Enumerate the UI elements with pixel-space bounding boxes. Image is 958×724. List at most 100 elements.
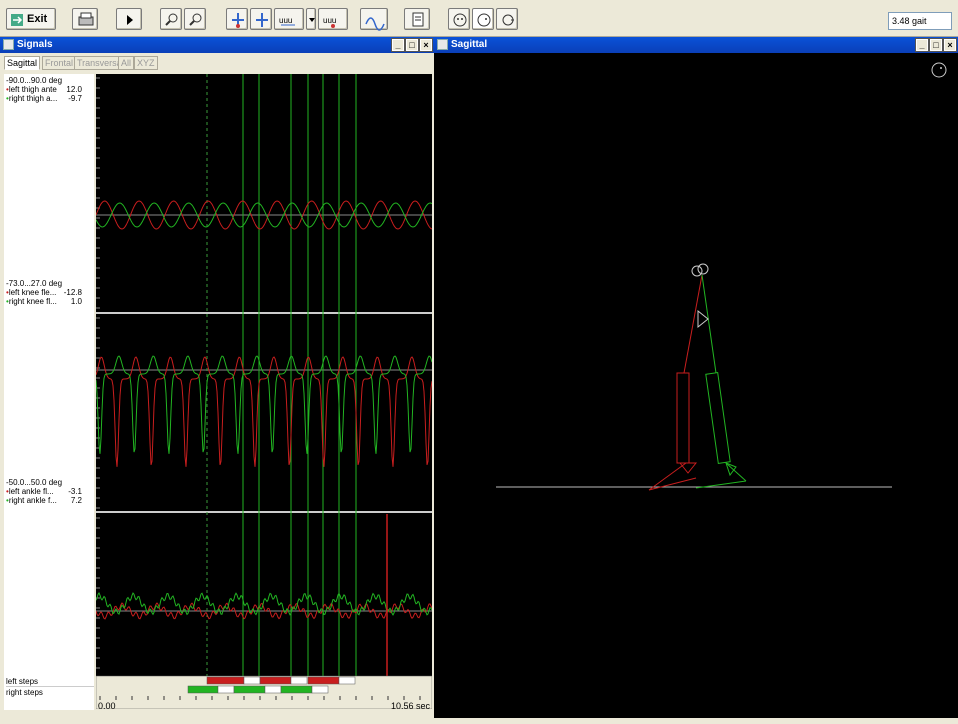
left-step-bar (259, 676, 292, 685)
signal-label-column: -90.0...90.0 deg •left thigh ante 12.0 •r… (4, 74, 94, 710)
window-icon (3, 39, 14, 50)
series-label: •left knee fle... -12.8 (6, 288, 82, 297)
zoom-in-icon (165, 13, 178, 26)
sagittal-3d-view[interactable] (434, 53, 958, 718)
minimize-button[interactable]: _ (915, 38, 929, 52)
series-value: 7.2 (70, 496, 82, 505)
exit-button[interactable]: Exit (6, 8, 56, 30)
left-leg (648, 274, 703, 491)
time-start: 0.00 (98, 701, 116, 711)
events-button[interactable]: uuu (318, 8, 348, 30)
series-value: 1.0 (70, 297, 82, 306)
signals-titlebar[interactable]: Signals _ □ × (0, 37, 434, 53)
series-value: -9.7 (68, 94, 82, 103)
left-step-bar (243, 676, 261, 685)
series-label: •left ankle fl... -3.1 (6, 487, 82, 496)
right-step-bar (187, 685, 219, 694)
exit-label: Exit (27, 13, 48, 25)
right-step-bar (233, 685, 266, 694)
right-step-bar (217, 685, 235, 694)
tab-all[interactable]: All (118, 56, 135, 70)
series-value: -3.1 (68, 487, 82, 496)
signals-title: Signals (17, 39, 53, 50)
maximize-button[interactable]: □ (405, 38, 419, 52)
panel-range: -50.0...50.0 deg (6, 478, 63, 487)
time-axis: 0.00 10.56 sec (96, 701, 432, 718)
series-value: -12.8 (63, 288, 82, 297)
series-name: left thigh ante (8, 85, 57, 94)
series-name: right ankle f... (8, 496, 57, 505)
zoom-out-button[interactable] (184, 8, 206, 30)
crosshair-icon (256, 13, 268, 27)
face-side-icon (931, 62, 947, 78)
left-steps-label: left steps (6, 677, 94, 687)
markers-dropdown-button[interactable]: uuu (274, 8, 304, 30)
maximize-button[interactable]: □ (929, 38, 943, 52)
tab-frontal[interactable]: Frontal (42, 56, 77, 70)
main-toolbar: Exit uuu uuu 3.48 gait (0, 0, 958, 37)
window-icon (437, 39, 448, 50)
svg-text:uuu: uuu (279, 16, 292, 25)
printer-icon (78, 12, 94, 26)
export-icon (412, 12, 424, 27)
status-bar (0, 718, 958, 724)
cursor-right-button[interactable] (250, 8, 272, 30)
left-step-bar (307, 676, 340, 685)
close-button[interactable]: × (943, 38, 957, 52)
sagittal-window: Sagittal _ □ × (434, 37, 958, 718)
right-step-bar (280, 685, 313, 694)
svg-text:uuu: uuu (323, 16, 336, 25)
cursor-left-button[interactable] (226, 8, 248, 30)
markers-dropdown-arrow[interactable] (306, 8, 316, 30)
right-leg (695, 274, 747, 489)
markers-icon: uuu (279, 16, 295, 26)
series-name: left knee fle... (8, 288, 57, 297)
minimize-button[interactable]: _ (391, 38, 405, 52)
status-field: 3.48 gait (888, 12, 952, 30)
signal-plots[interactable] (95, 74, 433, 710)
curve-button[interactable] (360, 8, 388, 31)
left-step-bar (338, 676, 356, 685)
left-step-bar (290, 676, 308, 685)
zoom-in-button[interactable] (160, 8, 182, 30)
right-ankle-trace (95, 592, 433, 616)
panel-range: -90.0...90.0 deg (6, 76, 63, 85)
face-side-icon (477, 13, 491, 27)
series-name: right thigh a... (8, 94, 58, 103)
play-button[interactable] (116, 8, 142, 30)
view-top-button[interactable] (496, 8, 518, 30)
face-top-icon (502, 14, 514, 26)
time-end: 10.56 sec (390, 701, 430, 711)
close-button[interactable]: × (419, 38, 433, 52)
stick-figure (496, 62, 947, 491)
zoom-out-icon (189, 13, 202, 26)
sagittal-titlebar[interactable]: Sagittal _ □ × (434, 37, 958, 53)
tab-xyz[interactable]: XYZ (134, 56, 158, 70)
crosshair-icon (232, 13, 244, 28)
right-steps-label: right steps (6, 688, 43, 697)
view-front-button[interactable] (448, 8, 470, 30)
head (691, 263, 709, 277)
curve-icon (365, 17, 385, 31)
series-label: •left thigh ante 12.0 (6, 85, 82, 94)
view-side-button[interactable] (472, 8, 494, 30)
series-value: 12.0 (66, 85, 82, 94)
series-name: right knee fl... (8, 297, 57, 306)
panel-range: -73.0...27.0 deg (6, 279, 63, 288)
right-step-bar (264, 685, 282, 694)
series-label: •right knee fl... 1.0 (6, 297, 82, 306)
series-name: left ankle fl... (8, 487, 54, 496)
series-label: •right ankle f... 7.2 (6, 496, 82, 505)
left-step-bar (206, 676, 245, 685)
signals-window: Signals _ □ × Sagittal Frontal Transvers… (0, 37, 434, 718)
chevron-down-icon (309, 18, 315, 22)
export-button[interactable] (404, 8, 430, 30)
right-step-bar (311, 685, 329, 694)
tab-sagittal[interactable]: Sagittal (4, 56, 41, 70)
print-button[interactable] (72, 8, 98, 30)
signal-plot-area[interactable] (95, 74, 433, 710)
series-label: •right thigh a... -9.7 (6, 94, 82, 103)
play-icon (127, 15, 133, 25)
sagittal-title: Sagittal (451, 39, 488, 50)
events-icon: uuu (323, 16, 336, 28)
